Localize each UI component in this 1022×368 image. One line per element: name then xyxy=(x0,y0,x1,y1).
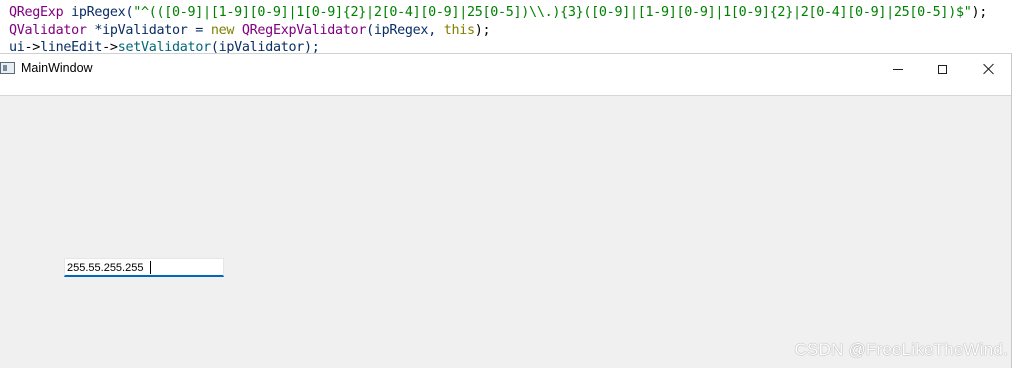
code-token: QRegExp xyxy=(9,5,64,20)
minimize-icon xyxy=(893,68,903,70)
text-caret xyxy=(150,261,151,274)
code-token: QRegExpValidator xyxy=(241,23,367,38)
code-line-2: QValidator *ipValidator = new QRegExpVal… xyxy=(9,22,491,40)
window-title: MainWindow xyxy=(21,61,93,75)
code-token: ipRegex( xyxy=(63,5,134,20)
code-token: lineEdit xyxy=(40,40,103,54)
code-token: (ipRegex, xyxy=(366,23,444,38)
code-token: -> xyxy=(24,40,41,54)
maximize-icon xyxy=(937,64,947,74)
code-token: QValidator xyxy=(9,23,87,38)
central-widget xyxy=(0,96,1011,368)
code-line-1: QRegExp ipRegex("^(([0-9]|[1-9][0-9]|1[0… xyxy=(9,4,987,22)
code-token: this xyxy=(443,23,475,38)
maximize-button[interactable] xyxy=(919,54,965,84)
code-token: ); xyxy=(474,23,491,38)
close-icon xyxy=(982,63,994,75)
code-token: ui xyxy=(9,40,25,54)
code-token: -> xyxy=(102,40,118,54)
code-token: (ipValidator); xyxy=(210,40,320,54)
title-bar[interactable]: MainWindow xyxy=(0,54,1011,96)
code-token: "^(([0-9]|[1-9][0-9]|1[0-9]{2}|2[0-4][0-… xyxy=(133,5,972,20)
code-line-3: ui->lineEdit->setValidator(ipValidator); xyxy=(9,39,320,54)
ip-line-edit[interactable] xyxy=(64,258,224,277)
code-token: new xyxy=(210,23,235,38)
main-window: MainWindow xyxy=(0,53,1012,368)
code-token: setValidator xyxy=(117,40,211,54)
minimize-button[interactable] xyxy=(875,54,921,84)
close-button[interactable] xyxy=(965,54,1011,84)
watermark-text: CSDN @FreeLikeTheWind. xyxy=(794,340,1008,359)
code-token: ); xyxy=(971,5,988,20)
app-window-icon xyxy=(0,62,15,74)
code-editor-snippet: QRegExp ipRegex("^(([0-9]|[1-9][0-9]|1[0… xyxy=(0,0,1022,54)
code-token: *ipValidator = xyxy=(86,23,211,38)
